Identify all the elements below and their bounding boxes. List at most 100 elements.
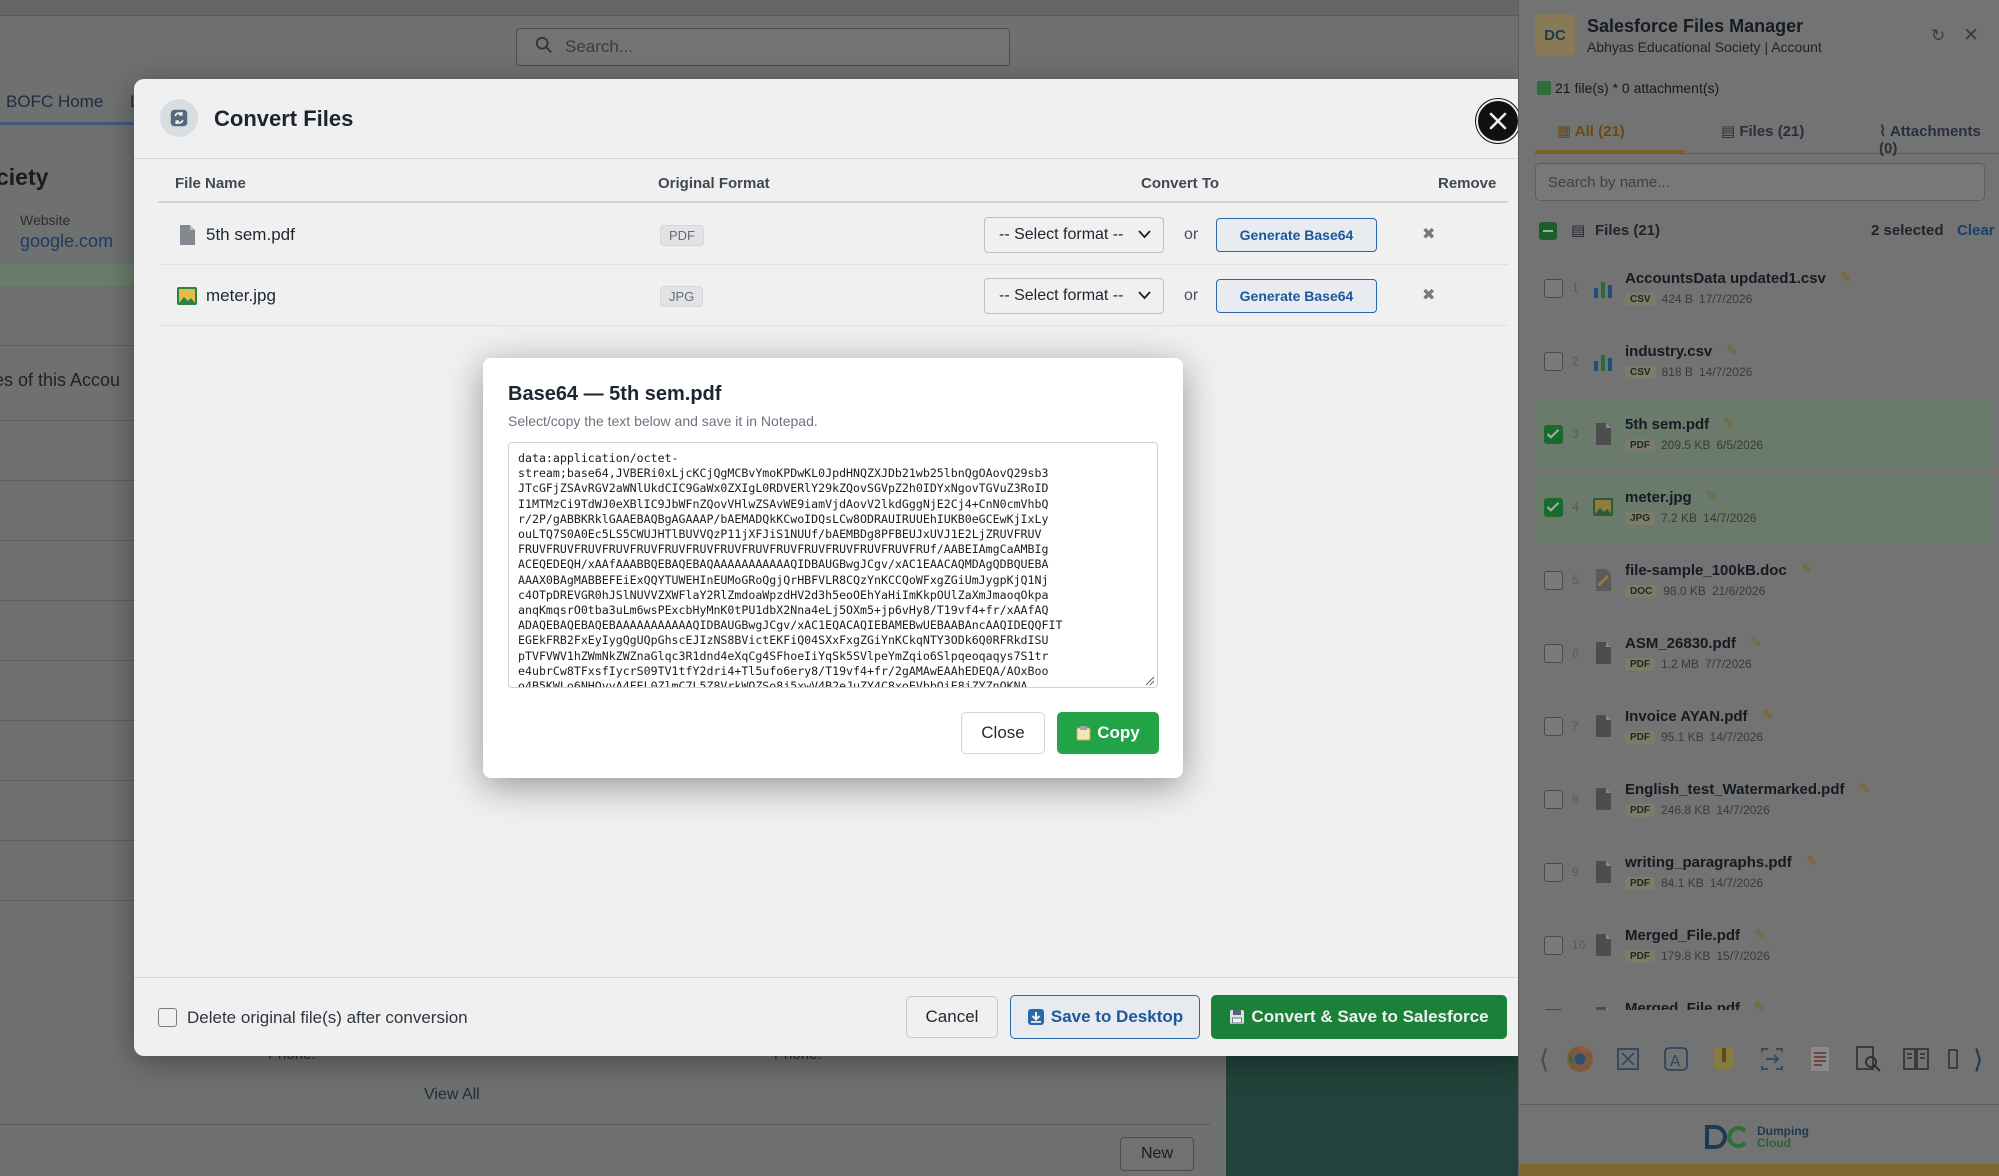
- pdf-file-icon: [1591, 422, 1615, 446]
- scroll-right-icon[interactable]: ⟩: [1973, 1044, 1983, 1075]
- chevron-down-icon: [1138, 291, 1151, 300]
- file-index: 1: [1572, 281, 1579, 295]
- file-list-item[interactable]: 3 5th sem.pdf ✎ PDF 209.5 KB 6/5/2026: [1535, 400, 1995, 470]
- rename-pencil-icon[interactable]: ✎: [1801, 561, 1813, 578]
- website-link[interactable]: google.com: [20, 231, 113, 252]
- panel-search-input[interactable]: Search by name...: [1535, 163, 1985, 201]
- copy-button[interactable]: Copy: [1057, 712, 1159, 754]
- file-list-item[interactable]: 4 meter.jpg ✎ JPG 7.2 KB 14/7/2026: [1535, 473, 1995, 543]
- file-size: 98.0 KB: [1663, 584, 1706, 598]
- rename-pencil-icon[interactable]: ✎: [1840, 269, 1852, 286]
- file-list-item[interactable]: 10 Merged_File.pdf ✎ PDF 179.8 KB 15/7/2026: [1535, 911, 1995, 981]
- file-select-checkbox[interactable]: [1544, 352, 1563, 371]
- clear-selection-link[interactable]: Clear: [1957, 222, 1995, 239]
- nav-tab-bofc-home[interactable]: BOFC Home: [6, 92, 103, 112]
- file-select-checkbox[interactable]: [1544, 571, 1563, 590]
- file-list-item[interactable]: 11Merged_File.pdf✎PDF: [1535, 984, 1995, 1010]
- generate-base64-button[interactable]: Generate Base64: [1216, 218, 1377, 252]
- file-select-checkbox[interactable]: [1544, 644, 1563, 663]
- modal-close-button[interactable]: [1476, 99, 1520, 143]
- rename-pencil-icon[interactable]: ✎: [1723, 415, 1735, 432]
- rename-pencil-icon[interactable]: ✎: [1859, 780, 1871, 797]
- pdf-file-icon: [176, 224, 198, 246]
- tab-attachments-label: Attachments (0): [1879, 123, 1981, 157]
- folder-zip-icon[interactable]: [1707, 1042, 1741, 1076]
- new-button[interactable]: New: [1120, 1137, 1194, 1171]
- doc-file-icon: [1591, 568, 1615, 592]
- file-list-item[interactable]: 9 writing_paragraphs.pdf ✎ PDF 84.1 KB 14/7/2…: [1535, 838, 1995, 908]
- file-date: 14/7/2026: [1703, 511, 1757, 525]
- rename-pencil-icon[interactable]: ✎: [1754, 999, 1766, 1010]
- rename-pencil-icon[interactable]: ✎: [1754, 926, 1766, 943]
- remove-icon[interactable]: ✖: [1422, 285, 1435, 305]
- delete-original-checkbox[interactable]: [158, 1008, 177, 1027]
- base64-textarea[interactable]: data:application/octet- stream;base64,JV…: [508, 442, 1158, 688]
- remove-icon[interactable]: ✖: [1422, 224, 1435, 244]
- file-size: 95.1 KB: [1661, 730, 1704, 744]
- refresh-icon[interactable]: ↻: [1931, 26, 1945, 46]
- file-select-checkbox[interactable]: [1544, 863, 1563, 882]
- file-list-item[interactable]: 8 English_test_Watermarked.pdf ✎ PDF 246.8 K…: [1535, 765, 1995, 835]
- rename-pencil-icon[interactable]: ✎: [1806, 853, 1818, 870]
- save-to-desktop-button[interactable]: Save to Desktop: [1010, 995, 1200, 1039]
- select-all-checkbox[interactable]: [1539, 222, 1557, 240]
- chrome-icon[interactable]: [1563, 1042, 1597, 1076]
- format-select[interactable]: -- Select format --: [984, 217, 1164, 253]
- close-button[interactable]: Close: [961, 712, 1045, 754]
- compare-icon[interactable]: [1899, 1042, 1933, 1076]
- search-document-icon[interactable]: [1851, 1042, 1885, 1076]
- file-select-checkbox[interactable]: [1544, 498, 1563, 517]
- tools-toolbar: ⟨ A ⟩: [1535, 1014, 1999, 1104]
- file-select-checkbox[interactable]: [1544, 936, 1563, 955]
- convert-save-salesforce-button[interactable]: Convert & Save to Salesforce: [1211, 995, 1507, 1039]
- table-row: 5th sem.pdf PDF -- Select format -- or G…: [158, 204, 1508, 265]
- file-select-checkbox[interactable]: [1544, 425, 1563, 444]
- modal-title: Convert Files: [214, 106, 354, 131]
- file-list-item[interactable]: 1 AccountsData updated1.csv ✎ CSV 424 B 17/7/…: [1535, 254, 1995, 324]
- divider: [0, 1124, 1210, 1125]
- file-list-item[interactable]: 6 ASM_26830.pdf ✎ PDF 1.2 MB 7/7/2026: [1535, 619, 1995, 689]
- generate-base64-button[interactable]: Generate Base64: [1216, 279, 1377, 313]
- file-type-badge: DOC: [1625, 584, 1658, 598]
- panel-tabs: ▦ All (21) ▤ Files (21) ⌇ Attachments (0…: [1535, 110, 1999, 157]
- file-select-checkbox[interactable]: [1544, 1009, 1563, 1010]
- crop-icon[interactable]: [1611, 1042, 1645, 1076]
- tab-files[interactable]: ▤ Files (21): [1721, 122, 1804, 140]
- file-select-checkbox[interactable]: [1544, 790, 1563, 809]
- text-recognition-icon[interactable]: A: [1659, 1042, 1693, 1076]
- cancel-button[interactable]: Cancel: [906, 996, 998, 1038]
- search-icon: [535, 36, 553, 59]
- merge-icon[interactable]: [1755, 1042, 1789, 1076]
- rename-pencil-icon[interactable]: ✎: [1750, 634, 1762, 651]
- format-select[interactable]: -- Select format --: [984, 278, 1164, 314]
- file-list-item[interactable]: 7 Invoice AYAN.pdf ✎ PDF 95.1 KB 14/7/2026: [1535, 692, 1995, 762]
- file-size: 1.2 MB: [1661, 657, 1700, 671]
- file-list-item[interactable]: 2 industry.csv ✎ CSV 818 B 14/7/2026: [1535, 327, 1995, 397]
- file-index: 4: [1572, 500, 1579, 514]
- rename-pencil-icon[interactable]: ✎: [1706, 488, 1718, 505]
- resize-handle-icon[interactable]: [1145, 676, 1155, 686]
- panel-search-placeholder: Search by name...: [1548, 173, 1670, 191]
- file-list-item[interactable]: 5 file-sample_100kB.doc ✎ DOC 98.0 KB 21/6/20…: [1535, 546, 1995, 616]
- rename-pencil-icon[interactable]: ✎: [1762, 707, 1774, 724]
- file-size: 209.5 KB: [1661, 438, 1711, 452]
- file-counts: 21 file(s) * 0 attachment(s): [1519, 74, 1999, 102]
- tab-attachments[interactable]: ⌇ Attachments (0): [1879, 122, 1999, 157]
- panel-title: Salesforce Files Manager: [1587, 16, 1804, 36]
- tab-all[interactable]: ▦ All (21): [1557, 122, 1625, 140]
- divider: [0, 900, 134, 901]
- file-meta: PDF 1.2 MB 7/7/2026: [1625, 657, 1752, 671]
- more-tools-icon[interactable]: [1947, 1042, 1959, 1076]
- global-search-input[interactable]: Search...: [516, 28, 1010, 66]
- rename-pencil-icon[interactable]: ✎: [1726, 342, 1738, 359]
- document-icon[interactable]: [1803, 1042, 1837, 1076]
- file-date: 17/7/2026: [1698, 292, 1753, 306]
- file-select-checkbox[interactable]: [1544, 717, 1563, 736]
- file-select-checkbox[interactable]: [1544, 279, 1563, 298]
- pdf-file-icon: [1591, 933, 1615, 957]
- file-type-badge: PDF: [1625, 730, 1655, 744]
- scroll-left-icon[interactable]: ⟨: [1539, 1044, 1549, 1075]
- file-type-badge: PDF: [1625, 438, 1655, 452]
- view-all-link[interactable]: View All: [424, 1086, 480, 1104]
- close-icon[interactable]: ✕: [1963, 24, 1979, 47]
